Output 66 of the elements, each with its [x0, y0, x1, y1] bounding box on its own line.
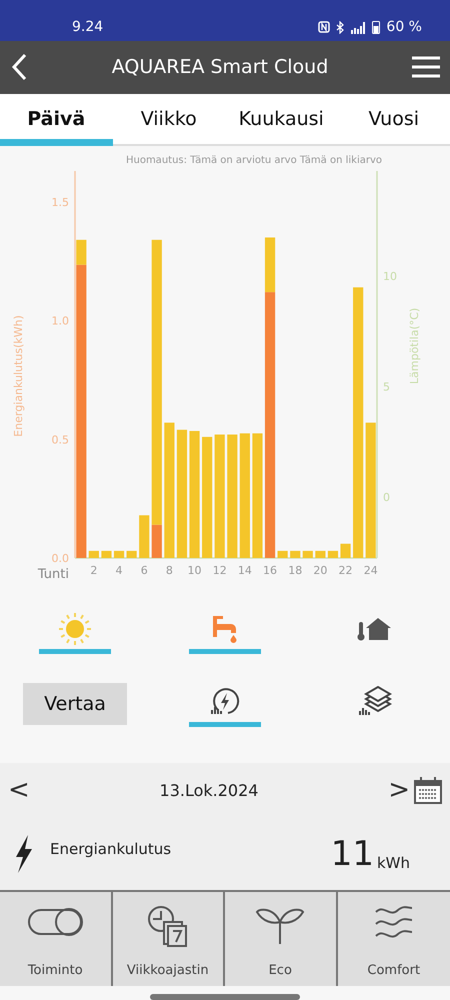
period-tab[interactable]: Kuukausi — [225, 94, 338, 146]
back-button[interactable] — [10, 53, 28, 82]
x-tick-label: 16 — [263, 564, 278, 578]
calendar-clock-icon — [146, 904, 190, 948]
faucet-icon — [211, 614, 239, 644]
nav-item[interactable]: Comfort — [338, 892, 450, 986]
period-tab[interactable]: Viikko — [112, 94, 225, 146]
previous-day-button[interactable]: < — [4, 775, 34, 806]
summary-unit: kWh — [376, 854, 410, 872]
y-tick-label: 1.0 — [52, 314, 69, 328]
x-tick-label: 6 — [140, 564, 148, 578]
signal-icon — [350, 20, 366, 34]
house-thermometer-icon — [357, 616, 393, 642]
bar — [328, 551, 338, 558]
y2-tick-label: 5 — [383, 380, 390, 394]
x-tick-label: 10 — [188, 564, 202, 578]
x-tick-label: 14 — [238, 564, 252, 578]
y-tick-label: 1.5 — [52, 196, 69, 210]
calendar-button[interactable] — [414, 776, 442, 804]
battery-percent: 60 % — [386, 19, 422, 36]
y-axis-title: Energiankulutus(kWh) — [12, 315, 25, 438]
compare-button[interactable]: Vertaa — [23, 682, 127, 725]
date-label: 13.Lok.2024 — [158, 780, 260, 800]
energy-chart-icon — [210, 686, 240, 716]
x-tick-label: 22 — [338, 564, 353, 578]
y-tick-label: 0.5 — [52, 434, 69, 446]
x-tick-label: 8 — [166, 564, 173, 578]
bar — [315, 551, 326, 558]
next-day-button[interactable]: > — [384, 775, 414, 806]
bar — [290, 551, 300, 558]
bar — [88, 551, 99, 558]
x-tick-label: 12 — [212, 564, 227, 578]
period-tab[interactable]: Päivä — [0, 94, 112, 146]
y2-tick-label: 10 — [383, 270, 397, 284]
x-tick-label: 20 — [313, 564, 328, 578]
chart-note: Huomautus: Tämä on arviotu arvo Tämä on likiarvo — [126, 155, 382, 166]
nav-item[interactable]: Viikkoajastin — [112, 892, 225, 986]
bar — [101, 551, 112, 558]
x-tick-label: 18 — [288, 564, 302, 578]
bar — [126, 551, 137, 558]
bar — [278, 551, 288, 558]
x-axis-title: Tunti — [38, 567, 69, 582]
summary-label: Energiankulutus — [50, 840, 172, 858]
app-title: AQUAREA Smart Cloud — [110, 56, 330, 78]
x-tick-label: 2 — [90, 564, 98, 578]
nav-item[interactable]: Toiminto — [0, 892, 112, 986]
battery-icon — [372, 20, 380, 34]
y-tick-label: 0.0 — [52, 552, 69, 566]
status-time: 9.24 — [72, 19, 104, 36]
menu-button[interactable] — [412, 56, 440, 78]
x-tick-label: 24 — [364, 564, 378, 578]
y2-tick-label: 0 — [383, 491, 390, 504]
y2-axis-title: Lämpötila(°C) — [408, 308, 421, 384]
sun-icon — [58, 612, 92, 646]
x-tick-label: 4 — [116, 564, 123, 578]
summary-value: 11 — [330, 834, 374, 874]
period-tab[interactable]: Vuosi — [338, 94, 450, 146]
bar — [114, 551, 124, 558]
bluetooth-icon — [336, 20, 344, 34]
lightning-icon — [14, 834, 34, 873]
bar — [302, 551, 313, 558]
layers-icon — [358, 686, 392, 716]
bar — [139, 515, 150, 558]
nfc-icon — [318, 21, 330, 34]
nav-item[interactable]: Eco — [225, 892, 338, 986]
bar — [340, 544, 351, 558]
